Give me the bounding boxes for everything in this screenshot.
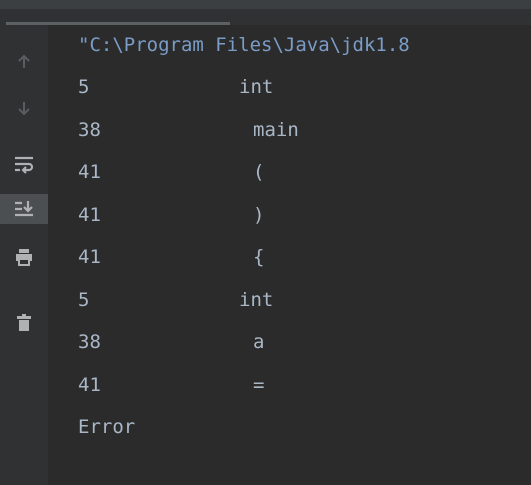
output-row-token: a bbox=[253, 331, 265, 353]
output-row-token: int bbox=[239, 76, 274, 98]
up-arrow-icon bbox=[18, 54, 30, 68]
output-row-code: 38 bbox=[78, 331, 101, 353]
output-row-token: { bbox=[253, 246, 265, 268]
down-arrow-button[interactable] bbox=[0, 93, 48, 123]
print-icon bbox=[16, 249, 32, 266]
down-arrow-icon bbox=[18, 102, 30, 116]
soft-wrap-button[interactable] bbox=[0, 150, 48, 180]
top-bar bbox=[0, 0, 531, 9]
soft-wrap-icon bbox=[15, 156, 34, 174]
up-arrow-button[interactable] bbox=[0, 47, 48, 77]
output-row-code: 41 bbox=[78, 203, 101, 226]
command-line: "C:\Program Files\Java\jdk1.8 bbox=[78, 34, 410, 56]
output-row-token: main bbox=[253, 118, 299, 141]
console-output[interactable]: "C:\Program Files\Java\jdk1.8 5 int 38 main… bbox=[48, 25, 531, 485]
clear-all-button[interactable] bbox=[0, 308, 48, 338]
print-button[interactable] bbox=[0, 242, 48, 272]
output-row-token: int bbox=[239, 288, 274, 311]
output-row-code: 5 bbox=[78, 288, 90, 311]
scroll-to-end-button[interactable] bbox=[0, 194, 48, 224]
output-row-code: 41 bbox=[78, 246, 101, 268]
output-row-code: 41 bbox=[78, 161, 101, 183]
error-line: Error bbox=[78, 416, 136, 438]
output-row-token: = bbox=[253, 373, 265, 396]
output-row-token: ( bbox=[253, 161, 265, 183]
output-row-token: ) bbox=[253, 203, 265, 226]
trash-icon bbox=[17, 314, 31, 331]
scroll-to-end-icon bbox=[15, 201, 33, 217]
output-row-code: 5 bbox=[78, 76, 90, 98]
output-row-code: 41 bbox=[78, 373, 101, 396]
output-row-code: 38 bbox=[78, 118, 101, 141]
console-toolbar bbox=[0, 25, 49, 485]
